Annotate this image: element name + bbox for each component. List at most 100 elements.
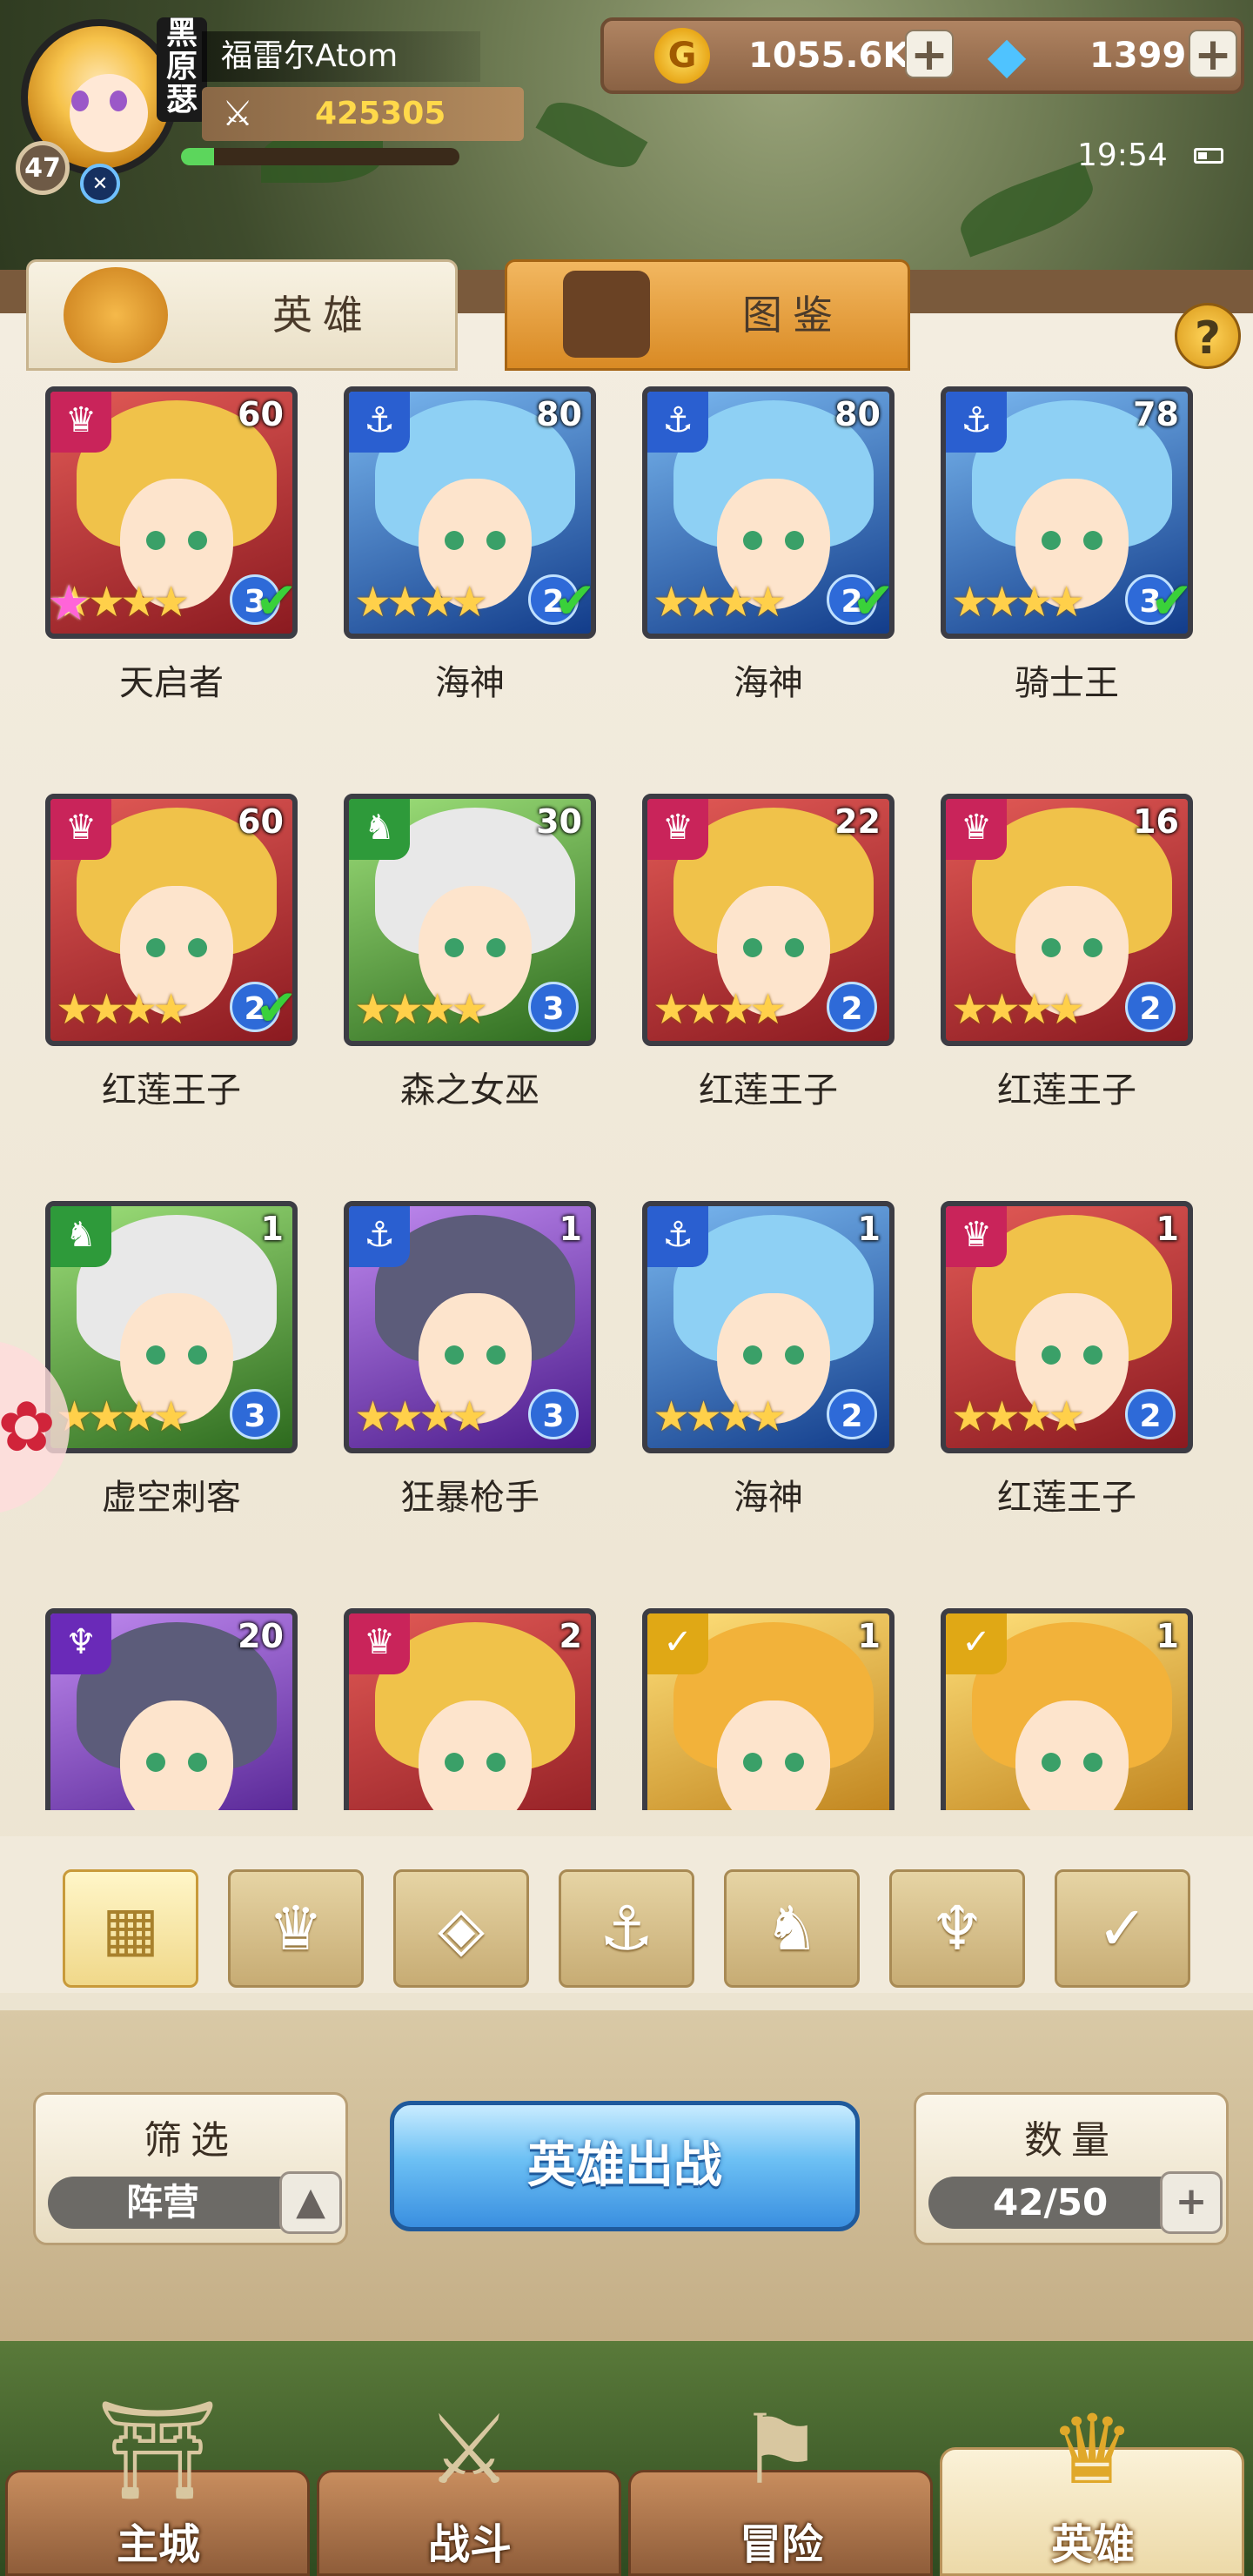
hero-level: 60 [238, 802, 284, 841]
hero-level: 22 [834, 802, 881, 841]
check-icon: ✔ [255, 571, 298, 630]
hero-rank-badge: 3 [528, 982, 579, 1032]
hero-card[interactable]: ✓ 1 [623, 1596, 901, 1810]
earth-faction-icon[interactable]: ◈ [393, 1869, 529, 1988]
hero-card[interactable]: ⚓ 78 ★★★★ 3 ✔ 骑士王 [921, 374, 1200, 775]
hero-portrait-frame: ♛ 1 ★★★★ 2 [941, 1201, 1193, 1453]
hero-card[interactable]: ♛ 60 ★★★★ 2 ✔ 红莲王子 [26, 782, 305, 1182]
hero-eye [785, 531, 804, 550]
tab-heroes-label: 英雄 [272, 292, 373, 339]
hero-card[interactable]: ♛ 60 ★★★★ 3 ✔ ★ 天启者 [26, 374, 305, 775]
diamond-icon: ◆ [987, 25, 1027, 84]
dark-faction-icon[interactable]: ♆ [889, 1869, 1025, 1988]
filter-box: 筛选 阵营 ▲ [33, 2092, 348, 2245]
hero-name: 红莲王子 [699, 1070, 838, 1110]
hero-level: 1 [559, 1210, 582, 1248]
hero-card[interactable]: ♛ 2 [325, 1596, 603, 1810]
hero-card[interactable]: ⚓ 1 ★★★★ 2 海神 [623, 1189, 901, 1589]
deploy-heroes-button[interactable]: 英雄出战 [390, 2101, 860, 2231]
check-icon: ✔ [852, 571, 895, 630]
hero-eye [743, 938, 762, 957]
hero-level: 78 [1133, 395, 1179, 433]
help-button[interactable]: ? [1175, 303, 1241, 369]
faction-filter-row: ▦ ♛ ◈ ⚓ ♞ ♆ ✓ [0, 1836, 1253, 1993]
add-gems-button[interactable]: + [1189, 30, 1237, 78]
expand-capacity-button[interactable]: + [1160, 2171, 1223, 2234]
check-icon: ✔ [1150, 571, 1193, 630]
magnifier-icon [563, 271, 650, 358]
hero-card[interactable]: ♛ 22 ★★★★ 2 红莲王子 [623, 782, 901, 1182]
hero-portrait-frame: ✓ 1 [642, 1608, 895, 1810]
tab-heroes[interactable]: 英雄 [26, 259, 458, 371]
star-rating: ★★★★ [653, 1392, 787, 1441]
hero-name: 森之女巫 [400, 1070, 539, 1110]
light-faction-icon[interactable]: ✓ [1055, 1869, 1190, 1988]
add-gold-button[interactable]: + [905, 30, 954, 78]
hero-rank-badge: 2 [827, 1389, 877, 1439]
nature-faction-icon[interactable]: ♞ [724, 1869, 860, 1988]
tab-codex[interactable]: 图鉴 [505, 259, 910, 371]
water-faction-icon: ⚓ [349, 1206, 410, 1267]
fire-faction-icon: ♛ [946, 799, 1007, 860]
hero-eye [445, 1753, 464, 1772]
castle-icon: ⛩ [97, 2394, 218, 2506]
star-rating: ★★★★ [951, 1392, 1085, 1441]
power-value: 425305 [315, 96, 446, 131]
nature-faction-icon: ♞ [349, 799, 410, 860]
player-name: 福雷尔Atom [202, 31, 480, 82]
chevron-up-icon[interactable]: ▲ [279, 2171, 342, 2234]
hero-portrait-frame: ♛ 22 ★★★★ 2 [642, 794, 895, 1046]
hero-eye [445, 1345, 464, 1365]
hero-card[interactable]: ♞ 30 ★★★★ 3 森之女巫 [325, 782, 603, 1182]
hero-card[interactable]: ♛ 16 ★★★★ 2 红莲王子 [921, 782, 1200, 1182]
hero-eye [486, 1345, 506, 1365]
fire-faction-icon: ♛ [50, 799, 111, 860]
hero-portrait-face [1015, 1701, 1129, 1810]
hero-card[interactable]: ✓ 1 [921, 1596, 1200, 1810]
filter-selector[interactable]: 阵营 ▲ [48, 2171, 342, 2234]
gold-amount: 1055.6K [748, 36, 910, 76]
hero-level: 1 [1156, 1210, 1179, 1248]
hero-eye [1083, 531, 1102, 550]
filter-value: 阵营 [126, 2181, 200, 2224]
hero-eye [445, 531, 464, 550]
hero-level: 1 [857, 1617, 881, 1655]
star-rating: ★★★★ [951, 578, 1085, 627]
nav-label: 英雄 [1050, 2520, 1135, 2569]
count-display: 42/50 + [928, 2171, 1223, 2234]
status-time: 19:54 [1077, 138, 1168, 173]
fire-faction-icon[interactable]: ♛ [228, 1869, 364, 1988]
hero-card[interactable]: ⚓ 80 ★★★★ 2 ✔ 海神 [623, 374, 901, 775]
hero-card[interactable]: ⚓ 1 ★★★★ 3 狂暴枪手 [325, 1189, 603, 1589]
leaf-decoration [535, 90, 648, 180]
hero-level: 2 [559, 1617, 582, 1655]
hero-rank-badge: 2 [827, 982, 877, 1032]
hero-name: 红莲王子 [997, 1478, 1136, 1518]
nature-faction-icon: ♞ [50, 1206, 111, 1267]
dark-faction-icon: ♆ [50, 1613, 111, 1674]
hero-eye [486, 531, 506, 550]
avatar-eye [71, 91, 89, 111]
star-rating: ★★★★ [354, 1392, 488, 1441]
hero-eye [1083, 938, 1102, 957]
hero-name: 红莲王子 [997, 1070, 1136, 1110]
hero-eye [743, 1753, 762, 1772]
hero-eye [486, 1753, 506, 1772]
exp-bar [181, 148, 459, 165]
hero-portrait-frame: ⚓ 80 ★★★★ 2 ✔ [642, 386, 895, 639]
hero-portrait-frame: ✓ 1 [941, 1608, 1193, 1810]
nav-label: 冒险 [739, 2520, 823, 2569]
hero-card[interactable]: ♛ 1 ★★★★ 2 红莲王子 [921, 1189, 1200, 1589]
hero-portrait-frame: ♛ 60 ★★★★ 3 ✔ ★ [45, 386, 298, 639]
hero-rank-badge: 3 [528, 1389, 579, 1439]
all-grid-icon[interactable]: ▦ [63, 1869, 198, 1988]
hero-eye [743, 1345, 762, 1365]
leaf-decoration [952, 160, 1102, 258]
hero-card[interactable]: ♞ 1 ★★★★ 3 虚空刺客 [26, 1189, 305, 1589]
hero-level: 30 [536, 802, 582, 841]
hero-card[interactable]: ⚓ 80 ★★★★ 2 ✔ 海神 [325, 374, 603, 775]
water-faction-icon[interactable]: ⚓ [559, 1869, 694, 1988]
hero-card[interactable]: ♆ 20 [26, 1596, 305, 1810]
hero-eye [1042, 1753, 1061, 1772]
hero-portrait-frame: ♞ 1 ★★★★ 3 [45, 1201, 298, 1453]
